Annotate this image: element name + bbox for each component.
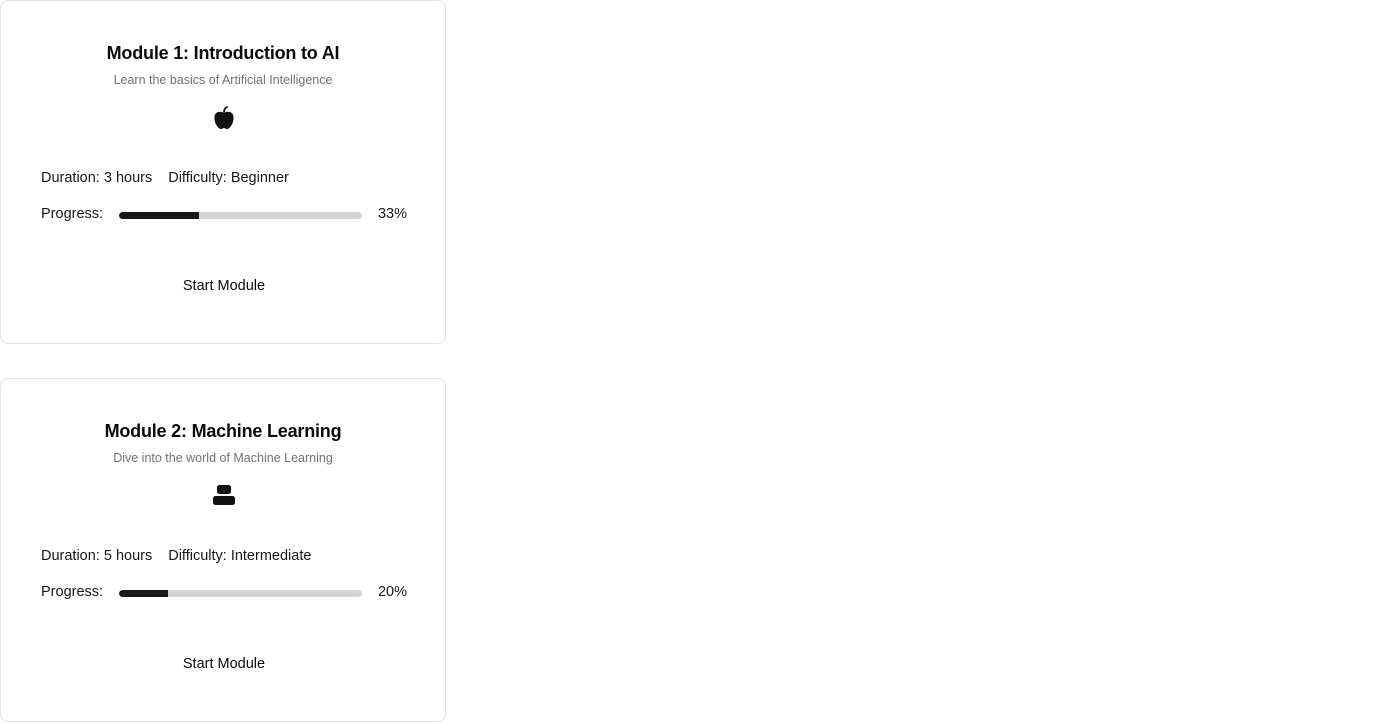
difficulty-text: Difficulty: Beginner bbox=[168, 170, 289, 186]
duration-text: Duration: 3 hours bbox=[41, 170, 153, 186]
progress-fill bbox=[119, 590, 168, 597]
module-card: Module 2: Machine Learning Dive into the… bbox=[0, 378, 446, 722]
progress-row: Progress: 33% bbox=[41, 206, 407, 226]
start-module-button[interactable]: Start Module bbox=[154, 649, 294, 679]
progress-label: Progress: bbox=[41, 584, 104, 600]
stack-icon bbox=[213, 485, 235, 505]
progress-value: 20% bbox=[377, 584, 407, 600]
progress-bar bbox=[119, 590, 362, 597]
difficulty-text: Difficulty: Intermediate bbox=[168, 548, 312, 564]
start-module-button[interactable]: Start Module bbox=[154, 271, 294, 301]
progress-bar bbox=[119, 212, 362, 219]
progress-row: Progress: 20% bbox=[41, 584, 407, 604]
module-meta: Duration: 5 hours Difficulty: Intermediat… bbox=[41, 548, 311, 564]
progress-value: 33% bbox=[377, 206, 407, 222]
duration-text: Duration: 5 hours bbox=[41, 548, 153, 564]
progress-label: Progress: bbox=[41, 206, 104, 222]
module-card: Module 1: Introduction to AI Learn the b… bbox=[0, 0, 446, 344]
module-subtitle: Learn the basics of Artificial Intellige… bbox=[113, 73, 333, 87]
module-subtitle: Dive into the world of Machine Learning bbox=[113, 451, 333, 465]
module-meta: Duration: 3 hours Difficulty: Beginner bbox=[41, 170, 289, 186]
module-title: Module 1: Introduction to AI bbox=[106, 43, 340, 63]
progress-fill bbox=[119, 212, 200, 219]
apple-icon bbox=[214, 106, 234, 129]
module-title: Module 2: Machine Learning bbox=[104, 421, 342, 441]
